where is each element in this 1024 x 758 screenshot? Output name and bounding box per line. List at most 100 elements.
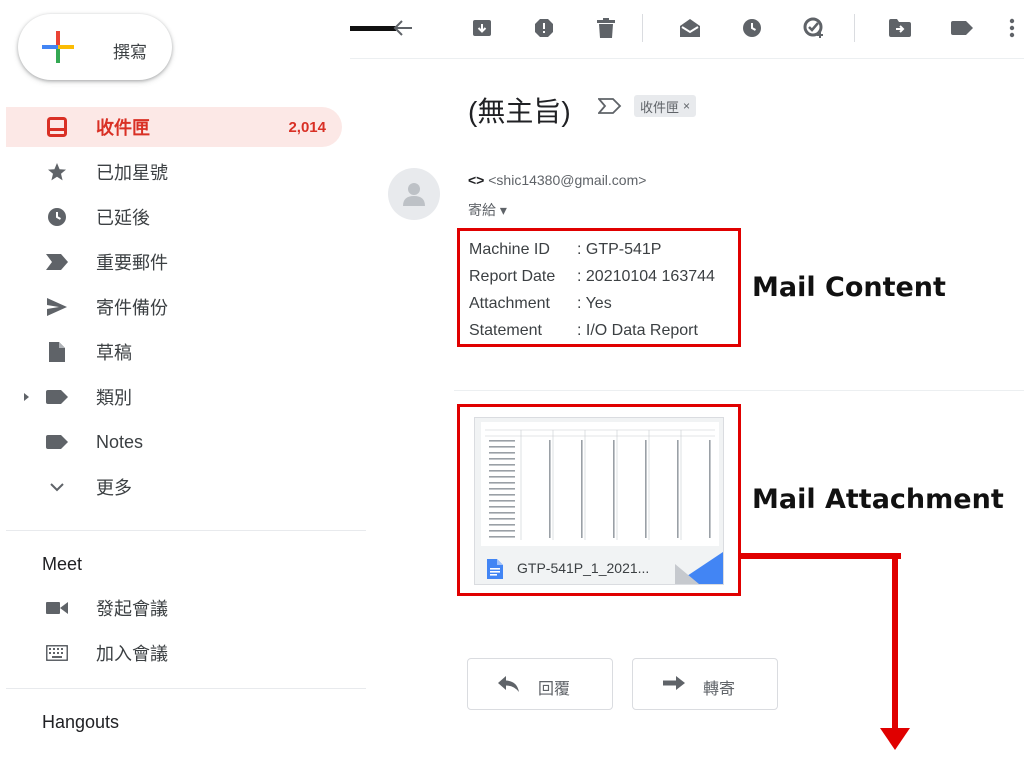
- content-value: : Yes: [577, 295, 612, 312]
- attachment-card[interactable]: GTP-541P_1_2021...: [474, 417, 724, 585]
- draft-icon: [46, 341, 68, 363]
- star-icon: [46, 161, 68, 183]
- labels-icon[interactable]: [948, 14, 976, 42]
- sidebar-item-new-meeting[interactable]: 發起會議: [0, 588, 342, 628]
- sidebar-item-label: 已加星號: [96, 163, 168, 183]
- sidebar-item-label: 更多: [96, 478, 132, 498]
- inbox-icon: [46, 116, 68, 138]
- sidebar-item-important[interactable]: 重要郵件: [0, 242, 342, 282]
- sidebar: 撰寫 收件匣 2,014 已加星號 已延後 重要郵件 寄件備份 草稿 類別 No…: [0, 0, 370, 758]
- sidebar-item-categories[interactable]: 類別: [0, 377, 342, 417]
- content-key: Machine ID: [469, 241, 550, 258]
- more-vert-icon[interactable]: [998, 14, 1024, 42]
- label-icon: [46, 431, 68, 453]
- message-divider: [454, 390, 1024, 391]
- doc-file-icon: [487, 559, 503, 579]
- message-subject: (無主旨): [468, 96, 571, 127]
- sidebar-item-label: 發起會議: [96, 599, 168, 619]
- attachment-corner-fold: [675, 564, 699, 584]
- person-icon: [403, 183, 425, 206]
- sidebar-item-label: 加入會議: [96, 644, 168, 664]
- sidebar-item-join-meeting[interactable]: 加入會議: [0, 633, 342, 673]
- label-chip-text: 收件匣: [640, 99, 680, 115]
- sidebar-item-label: 寄件備份: [96, 298, 168, 318]
- content-key: Statement: [469, 322, 542, 339]
- annotation-arrow-horizontal: [741, 553, 901, 559]
- importance-marker-icon[interactable]: [597, 98, 622, 119]
- forward-button[interactable]: 轉寄: [632, 658, 778, 710]
- hangouts-section-title: Hangouts: [42, 712, 120, 732]
- mail-attachment-annotation: Mail Attachment: [752, 484, 1004, 515]
- content-value: : I/O Data Report: [577, 322, 698, 339]
- sidebar-item-label: 重要郵件: [96, 253, 168, 273]
- sidebar-item-label: 類別: [96, 388, 132, 408]
- reply-icon: [498, 676, 519, 692]
- mail-attachment-box: GTP-541P_1_2021...: [457, 404, 741, 596]
- sidebar-item-notes[interactable]: Notes: [0, 422, 342, 462]
- recipient-details-toggle[interactable]: 寄給 ▾: [468, 200, 507, 220]
- content-row: Statement : I/O Data Report: [469, 320, 738, 347]
- add-task-icon[interactable]: [800, 14, 828, 42]
- avatar: [388, 168, 440, 220]
- mark-unread-icon[interactable]: [676, 14, 704, 42]
- reply-button[interactable]: 回覆: [467, 658, 613, 710]
- forward-label: 轉寄: [703, 681, 736, 698]
- sidebar-item-label: Notes: [96, 431, 144, 452]
- gmail-page: 撰寫 收件匣 2,014 已加星號 已延後 重要郵件 寄件備份 草稿 類別 No…: [0, 0, 1024, 758]
- sidebar-item-more[interactable]: 更多: [0, 467, 342, 507]
- content-key: Report Date: [469, 268, 556, 285]
- content-row: Attachment : Yes: [469, 293, 738, 320]
- sidebar-item-inbox[interactable]: 收件匣 2,014: [6, 107, 342, 147]
- sidebar-item-label: 收件匣: [96, 118, 150, 138]
- clock-icon: [46, 206, 68, 228]
- sidebar-divider: [6, 530, 366, 531]
- delete-icon[interactable]: [592, 14, 620, 42]
- sidebar-item-drafts[interactable]: 草稿: [0, 332, 342, 372]
- sidebar-item-starred[interactable]: 已加星號: [0, 152, 342, 192]
- content-value: : 20210104 163744: [577, 268, 715, 285]
- keyboard-icon: [46, 642, 68, 664]
- sender-line[interactable]: <> <shic14380@gmail.com>: [468, 172, 646, 188]
- meet-section-title: Meet: [42, 554, 83, 574]
- plus-icon: [42, 31, 74, 63]
- sidebar-item-label: 草稿: [96, 343, 132, 363]
- video-icon: [46, 597, 68, 619]
- archive-icon[interactable]: [468, 14, 496, 42]
- annotation-arrow-head: [880, 728, 910, 750]
- mail-content-box: Machine ID : GTP-541P Report Date : 202101…: [457, 228, 741, 347]
- compose-label: 撰寫: [113, 43, 147, 62]
- remove-label-icon[interactable]: ×: [683, 99, 690, 113]
- toolbar-border: [350, 58, 1024, 59]
- back-arrow-icon[interactable]: [350, 14, 414, 42]
- chevron-down-icon: [46, 476, 68, 498]
- message-toolbar: [350, 0, 1024, 58]
- toolbar-divider: [854, 14, 855, 42]
- sidebar-item-label: 已延後: [96, 208, 150, 228]
- sidebar-divider: [6, 688, 366, 689]
- forward-icon: [663, 676, 685, 690]
- inbox-label-chip[interactable]: 收件匣 ×: [634, 95, 697, 117]
- label-icon: [46, 386, 68, 408]
- send-icon: [46, 296, 68, 318]
- sidebar-item-sent[interactable]: 寄件備份: [0, 287, 342, 327]
- content-key: Attachment: [469, 295, 550, 312]
- sender-name: <>: [468, 172, 485, 188]
- mail-content-annotation: Mail Content: [752, 272, 946, 303]
- compose-button[interactable]: 撰寫: [18, 14, 172, 80]
- attachment-preview-image: [481, 422, 719, 546]
- attachment-filename: GTP-541P_1_2021...: [517, 560, 650, 576]
- unread-count: 2,014: [288, 118, 326, 136]
- content-row: Report Date : 20210104 163744: [469, 266, 738, 293]
- content-value: : GTP-541P: [577, 241, 662, 258]
- expand-arrow-icon[interactable]: [24, 393, 29, 401]
- sender-email: <shic14380@gmail.com>: [488, 172, 647, 188]
- snooze-icon[interactable]: [738, 14, 766, 42]
- reply-label: 回覆: [538, 681, 571, 698]
- annotation-arrow-vertical: [892, 553, 898, 733]
- important-icon: [46, 251, 68, 273]
- report-spam-icon[interactable]: [530, 14, 558, 42]
- move-to-icon[interactable]: [886, 14, 914, 42]
- sidebar-item-snoozed[interactable]: 已延後: [0, 197, 342, 237]
- content-row: Machine ID : GTP-541P: [469, 239, 738, 266]
- toolbar-divider: [642, 14, 643, 42]
